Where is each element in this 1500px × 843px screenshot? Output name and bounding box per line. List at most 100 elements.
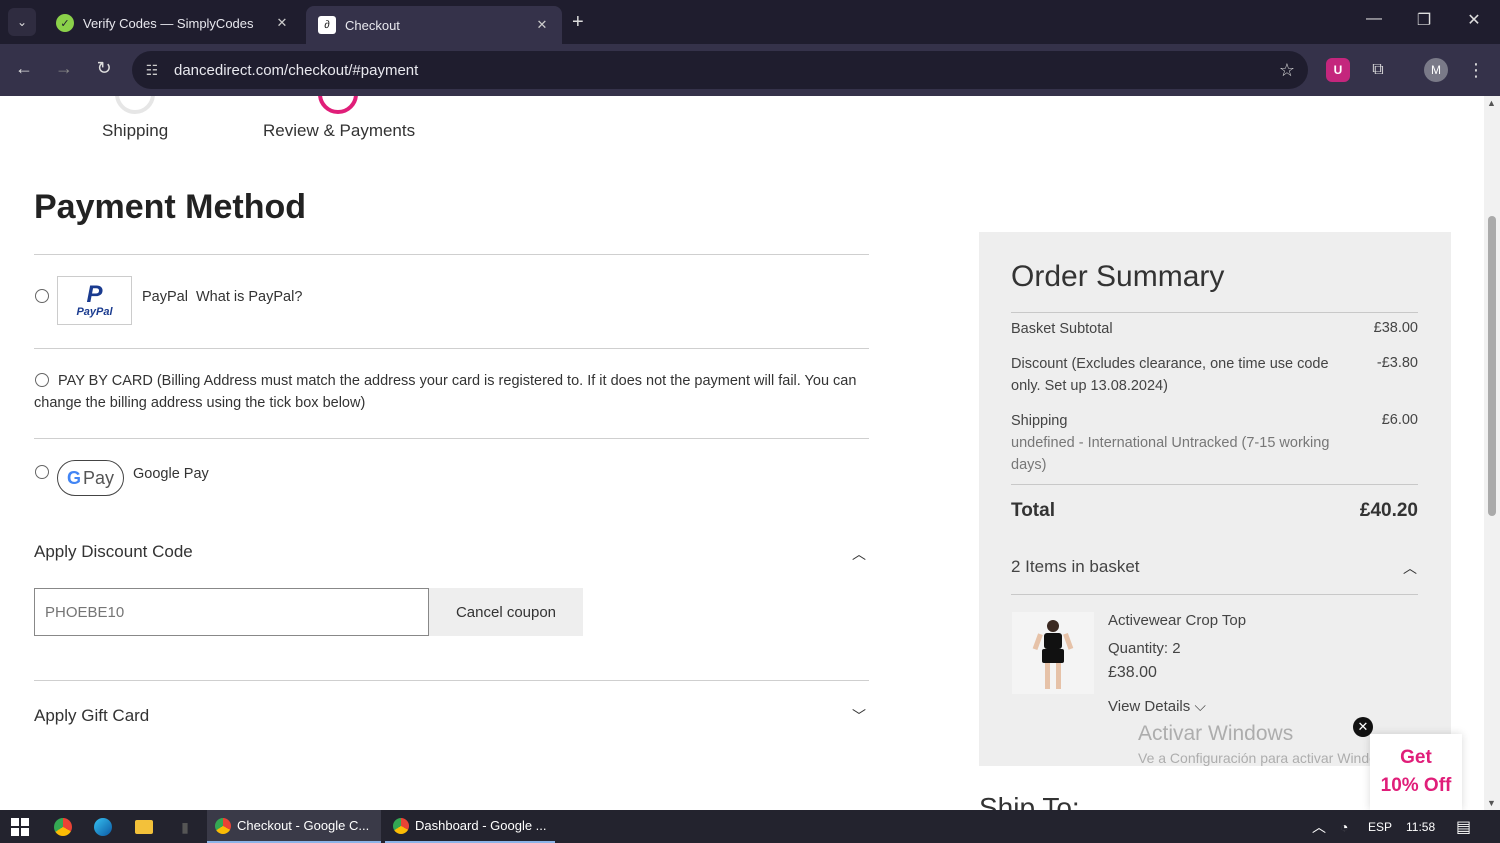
promo-line1: Get	[1400, 747, 1432, 768]
chevron-down-icon: ⌵	[1194, 698, 1206, 715]
address-bar[interactable]: ☷ dancedirect.com/checkout/#payment ☆	[132, 51, 1308, 89]
step-review-label: Review & Payments	[263, 121, 416, 140]
terminal-icon[interactable]: ▮	[174, 816, 196, 838]
gpay-logo-text: Pay	[82, 467, 115, 488]
language-indicator[interactable]: ESP	[1368, 810, 1392, 843]
minimize-icon[interactable]: —	[1362, 10, 1386, 28]
taskbar-app-label: Dashboard - Google ...	[415, 818, 547, 833]
step-review-circle	[318, 96, 358, 114]
scroll-down-icon[interactable]: ▼	[1487, 798, 1496, 808]
divider	[34, 680, 869, 681]
step-shipping-circle	[115, 96, 155, 114]
tab-checkout[interactable]: ∂ Checkout ✕	[306, 6, 562, 44]
chrome-icon	[215, 817, 231, 834]
apply-gift-card-toggle[interactable]: Apply Gift Card	[34, 706, 149, 726]
browser-tabstrip: ⌄ ✓ Verify Codes — SimplyCodes ✕ ∂ Check…	[0, 0, 1500, 44]
product-price: £38.00	[1108, 664, 1157, 681]
chevron-down-icon[interactable]: ﹀	[852, 706, 866, 726]
google-pay-radio[interactable]	[35, 465, 49, 479]
taskbar-app-label: Checkout - Google C...	[237, 818, 370, 833]
close-tab-icon[interactable]: ✕	[274, 15, 290, 31]
profile-avatar[interactable]: M	[1424, 58, 1448, 82]
windows-start-icon[interactable]	[9, 816, 31, 838]
payment-method-heading: Payment Method	[34, 188, 307, 226]
discount-value: -£3.80	[1376, 355, 1418, 371]
back-icon[interactable]: ←	[12, 58, 36, 79]
chrome-icon	[393, 817, 409, 834]
total-value: £40.20	[1359, 500, 1418, 521]
product-quantity: Quantity: 2	[1108, 640, 1181, 657]
shipping-value: £6.00	[1381, 412, 1418, 428]
scroll-up-icon[interactable]: ▲	[1487, 98, 1496, 108]
close-window-icon[interactable]: ✕	[1462, 10, 1486, 30]
tab-title: Verify Codes — SimplyCodes	[83, 15, 254, 31]
tab-search-icon[interactable]: ⌄	[8, 8, 36, 36]
divider	[1011, 484, 1418, 485]
cancel-coupon-button[interactable]: Cancel coupon	[429, 588, 583, 636]
paypal-logo: P PayPal	[57, 276, 132, 325]
extensions-icon[interactable]: ⧉	[1366, 58, 1390, 82]
google-g-icon: G	[66, 467, 81, 488]
tab-title: Checkout	[345, 17, 400, 33]
discount-popup[interactable]: Get 10% Off	[1370, 734, 1462, 810]
subtotal-label: Basket Subtotal	[1011, 321, 1113, 337]
browser-menu-icon[interactable]: ⋮	[1464, 58, 1488, 82]
paypal-wordmark: PayPal	[76, 305, 113, 318]
checkout-page: Shipping Review & Payments Payment Metho…	[0, 96, 1484, 810]
ship-to-heading: Ship To:	[979, 792, 1080, 810]
order-summary-panel: Order Summary Basket Subtotal £38.00 Dis…	[979, 232, 1451, 766]
browser-toolbar: ← → ↻ ☷ dancedirect.com/checkout/#paymen…	[0, 44, 1500, 96]
close-tab-icon[interactable]: ✕	[534, 17, 550, 33]
file-explorer-icon[interactable]	[133, 816, 155, 838]
ublock-extension-icon[interactable]: U	[1326, 58, 1350, 82]
order-summary-title: Order Summary	[1011, 260, 1225, 293]
show-hidden-icons-icon[interactable]: ︿	[1312, 810, 1326, 843]
product-image[interactable]	[1012, 612, 1094, 694]
scroll-thumb[interactable]	[1488, 216, 1496, 516]
reload-icon[interactable]: ↻	[92, 58, 116, 79]
bookmark-star-icon[interactable]: ☆	[1272, 60, 1302, 81]
paypal-p-icon: P	[86, 280, 103, 308]
divider	[1011, 312, 1418, 313]
chevron-up-icon[interactable]: ︿	[1403, 558, 1417, 578]
taskbar-app-checkout[interactable]: Checkout - Google C...	[207, 810, 381, 843]
view-details-label: View Details	[1108, 698, 1191, 715]
paypal-radio[interactable]	[35, 289, 49, 303]
subtotal-value: £38.00	[1373, 320, 1418, 336]
google-pay-logo: G Pay	[57, 460, 124, 496]
close-popup-icon[interactable]: ✕	[1353, 717, 1373, 737]
windows-taskbar: ▮ Checkout - Google C... Dashboard - Goo…	[0, 810, 1500, 843]
google-pay-label: Google Pay	[133, 466, 209, 482]
items-in-basket-toggle[interactable]: 2 Items in basket	[1011, 556, 1140, 578]
dancedirect-favicon-icon: ∂	[318, 16, 336, 34]
restore-icon[interactable]: ❐	[1412, 10, 1436, 30]
url-text[interactable]: dancedirect.com/checkout/#payment	[174, 62, 1272, 79]
taskbar-app-dashboard[interactable]: Dashboard - Google ...	[385, 810, 555, 843]
promo-line2: 10% Off	[1380, 775, 1452, 796]
step-shipping-label[interactable]: Shipping	[102, 121, 168, 141]
product-name[interactable]: Activewear Crop Top	[1108, 612, 1246, 629]
site-info-icon[interactable]: ☷	[142, 62, 162, 79]
view-details-toggle[interactable]: View Details ⌵	[1108, 698, 1206, 715]
wifi-icon[interactable]: ◔	[1340, 810, 1348, 843]
page-scrollbar[interactable]: ▲ ▼	[1484, 96, 1500, 810]
notifications-icon[interactable]: ▤	[1456, 810, 1471, 843]
edge-icon[interactable]	[92, 816, 114, 838]
what-is-paypal-link[interactable]: What is PayPal?	[196, 286, 302, 308]
watermark-line2: Ve a Configuración para activar Windows.	[1138, 750, 1398, 766]
chrome-icon[interactable]	[52, 816, 74, 838]
clock[interactable]: 11:58	[1406, 810, 1435, 843]
paypal-label: PayPal	[142, 289, 188, 305]
discount-code-input[interactable]	[34, 588, 429, 636]
new-tab-icon[interactable]: +	[572, 11, 584, 34]
apply-discount-toggle[interactable]: Apply Discount Code	[34, 542, 193, 562]
pay-by-card-label: PAY BY CARD (Billing Address must match …	[34, 373, 857, 411]
discount-label: Discount (Excludes clearance, one time u…	[1011, 356, 1329, 394]
shipping-method: undefined - International Untracked (7-1…	[1011, 435, 1330, 473]
chevron-up-icon[interactable]: ︿	[852, 544, 866, 564]
tab-simplycodes[interactable]: ✓ Verify Codes — SimplyCodes ✕	[44, 6, 302, 40]
divider	[34, 348, 869, 349]
simplycodes-favicon-icon: ✓	[56, 14, 74, 32]
total-label: Total	[1011, 500, 1055, 521]
forward-icon[interactable]: →	[52, 58, 76, 79]
